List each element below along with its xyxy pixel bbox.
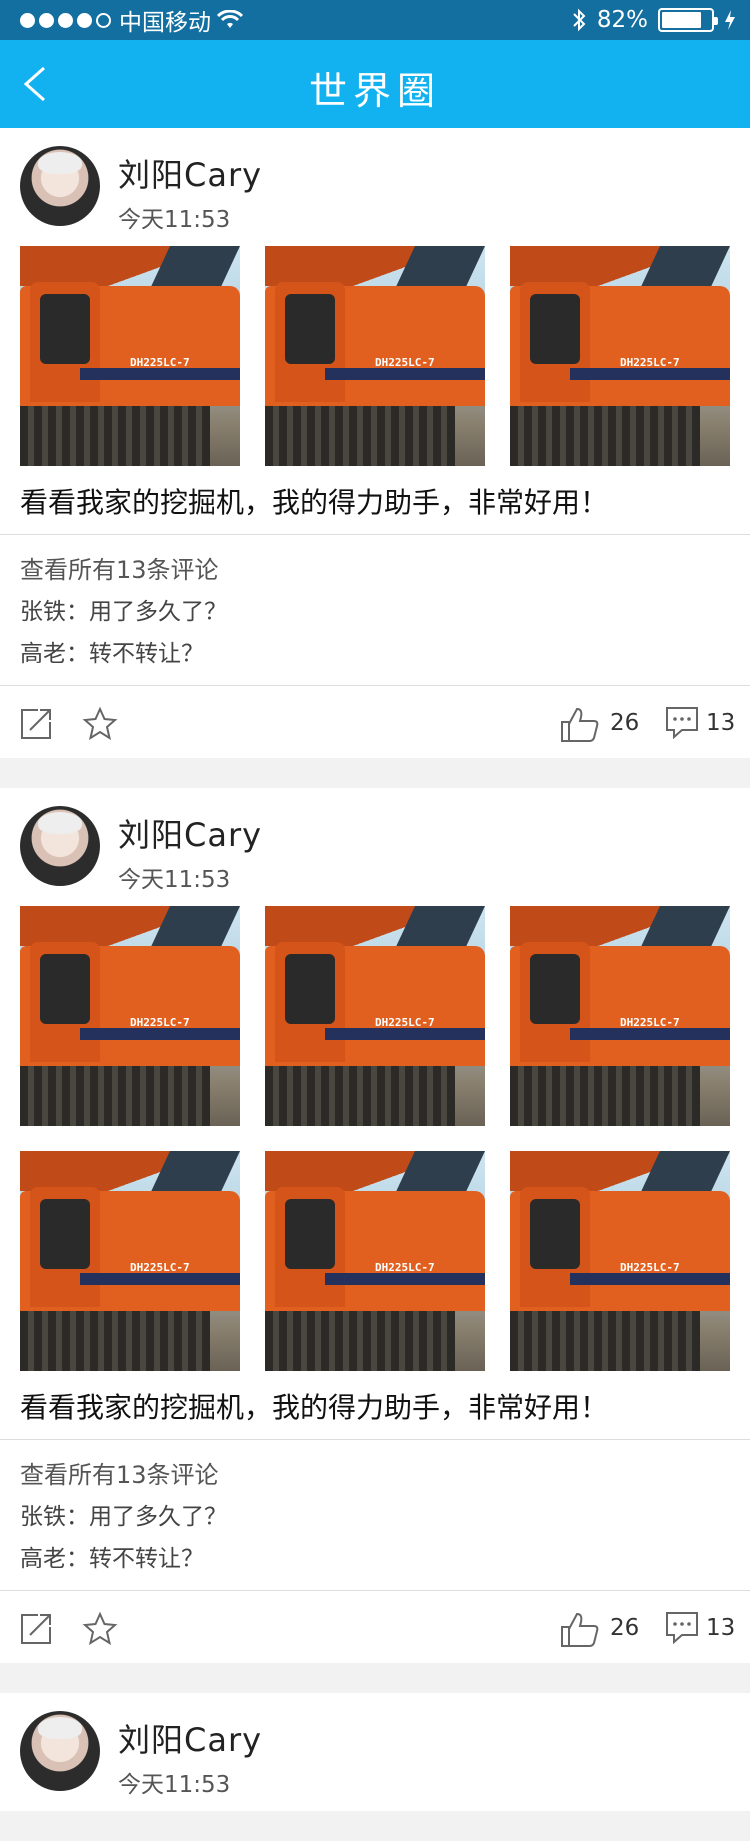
author-name[interactable]: 刘阳Cary xyxy=(118,810,262,856)
star-icon[interactable] xyxy=(82,706,118,742)
post-time: 今天11:53 xyxy=(118,867,231,893)
comment-icon[interactable] xyxy=(664,704,700,740)
signal-strength-icon xyxy=(20,12,111,28)
feed-post: 刘阳Cary 今天11:53 xyxy=(0,1693,750,1811)
thumbs-up-icon[interactable] xyxy=(558,704,600,744)
like-count: 26 xyxy=(610,710,640,736)
status-bar: 中国移动 82% xyxy=(0,0,750,40)
comments-section: 查看所有13条评论张铁：用了多久了？ 高老：转不转让？ xyxy=(0,535,750,686)
photo-grid: DH225LC-7 DH225LC-7 DH225LC-7 xyxy=(0,246,750,466)
post-photo[interactable]: DH225LC-7 xyxy=(265,246,485,466)
excavator-model-label: DH225LC-7 xyxy=(620,1261,680,1274)
star-icon[interactable] xyxy=(82,1611,118,1647)
share-icon[interactable] xyxy=(18,706,54,742)
comment-count: 13 xyxy=(706,1615,736,1641)
excavator-model-label: DH225LC-7 xyxy=(375,356,435,369)
comment-item: 高老：转不转让？ xyxy=(20,1546,204,1572)
post-photo[interactable]: DH225LC-7 xyxy=(510,246,730,466)
page-title: 世界圈 xyxy=(308,69,441,113)
post-actions: 26 13 xyxy=(0,1591,750,1663)
post-photo[interactable]: DH225LC-7 xyxy=(510,906,730,1126)
post-header: 刘阳Cary 今天11:53 xyxy=(0,788,750,906)
comment-count: 13 xyxy=(706,710,736,736)
post-photo[interactable]: DH225LC-7 xyxy=(265,906,485,1126)
like-count: 26 xyxy=(610,1615,640,1641)
comment-item: 张铁：用了多久了？ xyxy=(20,1504,227,1530)
post-photo[interactable]: DH225LC-7 xyxy=(265,1151,485,1371)
comments-section: 查看所有13条评论张铁：用了多久了？ 高老：转不转让？ xyxy=(0,1440,750,1591)
avatar[interactable] xyxy=(20,1711,100,1791)
avatar[interactable] xyxy=(20,146,100,226)
post-caption: 看看我家的挖掘机，我的得力助手，非常好用！ xyxy=(0,466,750,535)
post-photo[interactable]: DH225LC-7 xyxy=(20,1151,240,1371)
view-all-comments-link[interactable]: 查看所有13条评论 xyxy=(20,1454,730,1496)
post-photo[interactable]: DH225LC-7 xyxy=(510,1151,730,1371)
avatar[interactable] xyxy=(20,806,100,886)
excavator-model-label: DH225LC-7 xyxy=(375,1016,435,1029)
battery-fill xyxy=(662,12,701,28)
carrier-label: 中国移动 xyxy=(119,10,211,36)
feed-post: 刘阳Cary 今天11:53 DH225LC-7 DH225LC-7 DH225LC-7… xyxy=(0,128,750,758)
photo-grid: DH225LC-7 DH225LC-7 DH225LC-7 DH225LC-7 DH22… xyxy=(0,906,750,1371)
battery-percent: 82% xyxy=(596,7,648,33)
post-time: 今天11:53 xyxy=(118,207,231,233)
excavator-model-label: DH225LC-7 xyxy=(130,1261,190,1274)
thumbs-up-icon[interactable] xyxy=(558,1609,600,1649)
post-header: 刘阳Cary 今天11:53 xyxy=(0,128,750,246)
post-time: 今天11:53 xyxy=(118,1772,231,1798)
excavator-model-label: DH225LC-7 xyxy=(130,356,190,369)
comment-item: 张铁：用了多久了？ xyxy=(20,599,227,625)
comment-item: 高老：转不转让？ xyxy=(20,641,204,667)
excavator-model-label: DH225LC-7 xyxy=(620,356,680,369)
nav-bar: 世界圈 xyxy=(0,40,750,128)
comment-icon[interactable] xyxy=(664,1609,700,1645)
excavator-model-label: DH225LC-7 xyxy=(620,1016,680,1029)
excavator-model-label: DH225LC-7 xyxy=(375,1261,435,1274)
wifi-icon xyxy=(217,10,243,28)
post-photo[interactable]: DH225LC-7 xyxy=(20,246,240,466)
share-icon[interactable] xyxy=(18,1611,54,1647)
post-photo[interactable]: DH225LC-7 xyxy=(20,906,240,1126)
feed-list[interactable]: 刘阳Cary 今天11:53 DH225LC-7 DH225LC-7 DH225LC-7… xyxy=(0,128,750,1841)
post-header: 刘阳Cary 今天11:53 xyxy=(0,1693,750,1811)
post-caption: 看看我家的挖掘机，我的得力助手，非常好用！ xyxy=(0,1371,750,1440)
author-name[interactable]: 刘阳Cary xyxy=(118,1715,262,1761)
view-all-comments-link[interactable]: 查看所有13条评论 xyxy=(20,549,730,591)
post-actions: 26 13 xyxy=(0,686,750,758)
excavator-model-label: DH225LC-7 xyxy=(130,1016,190,1029)
feed-post: 刘阳Cary 今天11:53 DH225LC-7 DH225LC-7 DH225LC-7… xyxy=(0,788,750,1663)
author-name[interactable]: 刘阳Cary xyxy=(118,150,262,196)
bluetooth-icon xyxy=(573,8,586,32)
battery-icon xyxy=(658,8,718,32)
charging-icon xyxy=(725,10,735,30)
